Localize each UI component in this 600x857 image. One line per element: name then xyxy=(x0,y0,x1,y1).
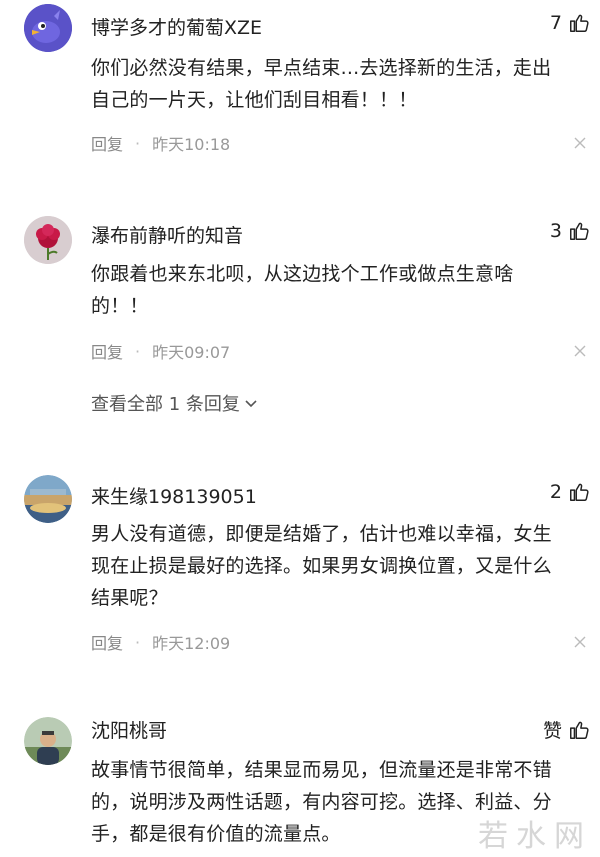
user-avatar[interactable] xyxy=(24,475,72,523)
view-replies-link[interactable]: 查看全部 1 条回复 xyxy=(91,390,258,416)
thumbs-up-icon xyxy=(570,222,589,240)
comment-text-line: 现在止损是最好的选择。如果男女调换位置，又是什么 xyxy=(91,555,552,577)
separator-dot: · xyxy=(135,632,141,652)
close-icon[interactable] xyxy=(574,137,586,149)
separator-dot: · xyxy=(135,341,141,361)
like-button[interactable]: 7 xyxy=(550,12,590,34)
reply-button[interactable]: 回复 xyxy=(91,131,123,155)
chevron-down-icon xyxy=(245,400,257,408)
watermark: 若水网 xyxy=(478,819,592,854)
like-button[interactable]: 赞 xyxy=(543,716,590,743)
comment-time: 昨天09:07 xyxy=(152,343,231,362)
like-count: 7 xyxy=(549,12,562,34)
flower-avatar-icon xyxy=(24,216,72,264)
comment-text-line: 结果呢？ xyxy=(91,587,168,609)
username[interactable]: 沈阳桃哥 xyxy=(91,716,167,743)
reply-button[interactable]: 回复 xyxy=(91,630,123,654)
comment-text-line: 自己的一片天，让他们刮目相看！！！ xyxy=(91,89,418,111)
view-replies-label: 查看全部 1 条回复 xyxy=(91,394,240,415)
thumbs-up-icon xyxy=(570,721,589,739)
close-icon[interactable] xyxy=(574,345,586,357)
like-count: 2 xyxy=(549,481,562,503)
separator-dot: · xyxy=(135,133,141,153)
landscape-avatar-icon xyxy=(24,475,72,523)
user-avatar[interactable] xyxy=(24,216,72,264)
close-icon[interactable] xyxy=(574,636,586,648)
comment-text-line: 故事情节很简单，结果显而易见，但流量还是非常不错 xyxy=(91,759,552,781)
like-button[interactable]: 2 xyxy=(550,481,590,503)
purple-bird-avatar-icon xyxy=(24,4,72,52)
username[interactable]: 博学多才的葡萄XZE xyxy=(91,13,262,40)
username[interactable]: 瀑布前静听的知音 xyxy=(91,221,243,248)
like-count: 赞 xyxy=(542,720,562,742)
user-avatar[interactable] xyxy=(24,717,72,765)
user-avatar[interactable] xyxy=(24,4,72,52)
thumbs-up-icon xyxy=(570,14,589,32)
like-button[interactable]: 3 xyxy=(550,220,590,242)
thumbs-up-icon xyxy=(570,483,589,501)
comment-text-line: 的！！ xyxy=(91,295,149,317)
like-count: 3 xyxy=(549,220,562,242)
comment-text-line: 你跟着也来东北呗，从这边找个工作或做点生意啥 xyxy=(91,263,514,285)
comment-time: 昨天12:09 xyxy=(152,634,231,653)
comment-text-line: 你们必然没有结果，早点结束...去选择新的生活，走出 xyxy=(91,57,552,79)
username[interactable]: 来生缘198139051 xyxy=(91,482,257,509)
person-avatar-icon xyxy=(24,717,72,765)
comment-time: 昨天10:18 xyxy=(152,135,231,154)
reply-button[interactable]: 回复 xyxy=(91,339,123,363)
comment-text-line: 男人没有道德，即便是结婚了，估计也难以幸福，女生 xyxy=(91,523,552,545)
